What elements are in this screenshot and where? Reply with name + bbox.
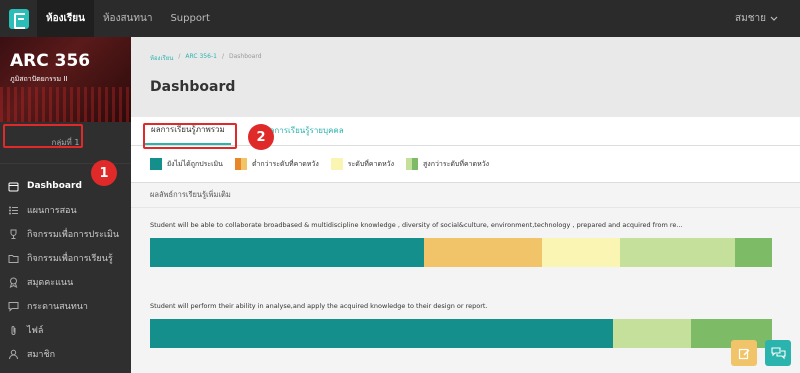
edit-icon (738, 348, 749, 359)
folder-icon (7, 252, 19, 264)
sidebar-item-label: ไฟล์ (27, 326, 44, 336)
top-navbar: ห้องเรียน ห้องสนทนา Support สมชาย (0, 0, 800, 37)
outcome-text: Student will perform their ability in an… (150, 302, 488, 310)
bar-segment[interactable] (423, 238, 542, 267)
edit-note-button[interactable] (731, 340, 757, 366)
course-name: ภูมิสถาปัตยกรรม II (10, 75, 68, 83)
sidebar-item-teaching-plan[interactable]: แผนการสอน (0, 198, 131, 222)
sidebar-item-learning-activities[interactable]: กิจกรรมเพื่อการเรียนรู้ (0, 246, 131, 270)
outcome-item: Student will be able to collaborate broa… (131, 208, 800, 267)
course-header: ARC 356 ภูมิสถาปัตยกรรม II (0, 37, 131, 122)
legend-swatch (150, 158, 162, 170)
app-logo[interactable] (0, 0, 37, 37)
legend-label: ต่ำกว่าระดับที่คาดหวัง (251, 159, 319, 168)
legend-swatch (330, 158, 343, 170)
sidebar-item-label: แผนการสอน (27, 206, 77, 216)
breadcrumb-separator: / (178, 53, 181, 60)
user-menu[interactable]: สมชาย (735, 0, 778, 37)
outcome-stacked-bar[interactable] (150, 238, 772, 267)
sidebar-item-label: กิจกรรมเพื่อการเรียนรู้ (27, 254, 113, 264)
calendar-icon (7, 180, 19, 192)
chevron-down-icon (770, 16, 778, 21)
highlight-box-dashboard (3, 124, 83, 148)
page-title: Dashboard (150, 79, 236, 95)
user-icon (7, 348, 19, 360)
sidebar-item-discussion-board[interactable]: กระดานสนทนา (0, 294, 131, 318)
user-name: สมชาย (735, 13, 766, 24)
bar-segment[interactable] (150, 238, 424, 267)
legend: ยังไม่ได้ถูกประเมิน ต่ำกว่าระดับที่คาดหว… (131, 146, 800, 182)
sidebar: ARC 356 ภูมิสถาปัตยกรรม II กลุ่มที่ 1 Da… (0, 37, 131, 373)
sidebar-item-label: Dashboard (27, 181, 82, 191)
legend-item: สูงกว่าระดับที่คาดหวัง (406, 158, 489, 170)
section-title: ผลลัพธ์การเรียนรู้เพิ่มเติม (131, 182, 800, 208)
annotation-badge-1: 1 (91, 160, 117, 186)
chat-button[interactable] (765, 340, 791, 366)
legend-item: ต่ำกว่าระดับที่คาดหวัง (234, 158, 319, 170)
breadcrumb: ห้องเรียน / ARC 356-1 / Dashboard (150, 53, 781, 63)
legend-swatch (234, 158, 247, 170)
breadcrumb-separator: / (221, 53, 224, 60)
sidebar-item-label: สมาชิก (27, 350, 56, 360)
nav-support[interactable]: Support (161, 0, 219, 37)
outcome-stacked-bar[interactable] (150, 319, 772, 348)
bar-segment[interactable] (619, 238, 735, 267)
list-icon (7, 204, 19, 216)
breadcrumb-course[interactable]: ARC 356-1 (185, 53, 217, 63)
bar-segment[interactable] (613, 319, 692, 348)
sidebar-item-label: กิจกรรมเพื่อการประเมิน (27, 230, 120, 240)
chat-icon (7, 300, 19, 312)
sidebar-item-members[interactable]: สมาชิก (0, 342, 131, 366)
breadcrumb-classroom[interactable]: ห้องเรียน (150, 53, 173, 63)
nav-discussion-room[interactable]: ห้องสนทนา (94, 0, 161, 37)
paperclip-icon (7, 324, 19, 336)
legend-label: ยังไม่ได้ถูกประเมิน (167, 159, 223, 168)
award-icon (7, 276, 19, 288)
legend-swatch (406, 158, 419, 170)
legend-item: ระดับที่คาดหวัง (330, 158, 395, 170)
sidebar-item-assessment-activities[interactable]: กิจกรรมเพื่อการประเมิน (0, 222, 131, 246)
breadcrumb-current: Dashboard (228, 53, 262, 60)
legend-label: ระดับที่คาดหวัง (347, 159, 395, 168)
chat-bubbles-icon (770, 346, 786, 359)
page-header: ห้องเรียน / ARC 356-1 / Dashboard Dashbo… (131, 37, 800, 117)
highlight-box-tab (143, 123, 237, 149)
main-content: ห้องเรียน / ARC 356-1 / Dashboard Dashbo… (131, 37, 800, 373)
sidebar-item-gradebook[interactable]: สมุดคะแนน (0, 270, 131, 294)
sidebar-item-label: สมุดคะแนน (27, 278, 74, 288)
course-code: ARC 356 (10, 51, 91, 71)
bar-segment[interactable] (541, 238, 620, 267)
logo-icon (8, 8, 29, 29)
trophy-icon (7, 228, 19, 240)
annotation-badge-2: 2 (248, 124, 274, 150)
bar-segment[interactable] (734, 238, 772, 267)
outcome-item: Student will perform their ability in an… (131, 289, 800, 348)
sidebar-item-label: กระดานสนทนา (27, 302, 88, 312)
outcome-text: Student will be able to collaborate broa… (150, 221, 683, 229)
nav-classroom[interactable]: ห้องเรียน (37, 0, 94, 37)
legend-item: ยังไม่ได้ถูกประเมิน (150, 158, 223, 170)
sidebar-item-files[interactable]: ไฟล์ (0, 318, 131, 342)
bar-segment[interactable] (150, 319, 614, 348)
legend-label: สูงกว่าระดับที่คาดหวัง (423, 159, 490, 168)
